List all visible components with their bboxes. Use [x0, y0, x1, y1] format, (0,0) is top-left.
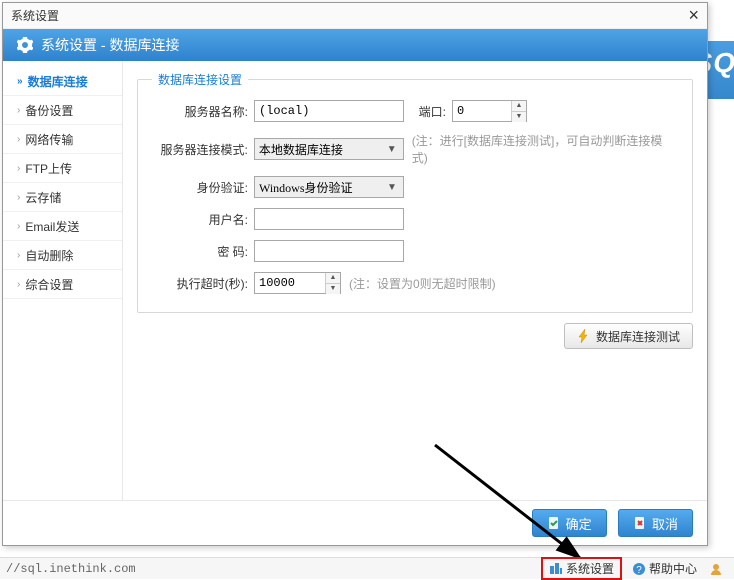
timeout-input[interactable] — [255, 273, 325, 293]
dialog-header-title: 系统设置 - 数据库连接 — [41, 35, 179, 55]
pass-input[interactable] — [254, 240, 404, 262]
status-url: //sql.inethink.com — [6, 562, 136, 576]
user-input[interactable] — [254, 208, 404, 230]
port-stepper[interactable]: ▲▼ — [452, 100, 527, 122]
svg-text:?: ? — [636, 565, 642, 576]
port-input[interactable] — [453, 101, 511, 121]
server-label: 服务器名称: — [152, 103, 254, 120]
sidebar-item-network[interactable]: 网络传输 — [3, 125, 122, 154]
chevron-icon — [17, 250, 20, 261]
group-legend: 数据库连接设置 — [152, 71, 248, 88]
sidebar-item-ftp[interactable]: FTP上传 — [3, 154, 122, 183]
auth-select[interactable]: Windows身份验证 ▼ — [254, 176, 404, 198]
settings-icon — [549, 562, 563, 576]
port-label: 端口: — [404, 103, 452, 120]
statusbar-help[interactable]: ? 帮助中心 — [626, 559, 703, 578]
chevron-icon — [17, 221, 20, 232]
dialog-title: 系统设置 — [11, 7, 688, 24]
sidebar-item-general[interactable]: 综合设置 — [3, 270, 122, 299]
chevron-icon — [17, 134, 20, 145]
mode-note: (注：进行[数据库连接测试]，可自动判断连接模式) — [412, 132, 678, 166]
settings-main: 数据库连接设置 服务器名称: 端口: ▲▼ 服务器连接模式: 本地数据库连接 ▼ — [123, 61, 707, 500]
gear-icon — [17, 37, 33, 53]
check-doc-icon — [547, 516, 561, 530]
timeout-label: 执行超时(秒): — [152, 275, 254, 292]
spin-down-icon[interactable]: ▼ — [326, 284, 340, 294]
status-bar: //sql.inethink.com 系统设置 ? 帮助中心 — [0, 557, 734, 579]
sidebar-item-label: 网络传输 — [25, 131, 73, 148]
cancel-label: 取消 — [652, 514, 678, 533]
auth-label: 身份验证: — [152, 179, 254, 196]
statusbar-user[interactable] — [707, 561, 728, 577]
spin-down-icon[interactable]: ▼ — [512, 112, 526, 122]
sidebar-item-backup[interactable]: 备份设置 — [3, 96, 122, 125]
ok-label: 确定 — [566, 514, 592, 533]
statusbar-system-settings[interactable]: 系统设置 — [541, 557, 622, 580]
chevron-icon — [17, 192, 20, 203]
sidebar-item-autodelete[interactable]: 自动删除 — [3, 241, 122, 270]
chevron-down-icon: ▼ — [385, 182, 399, 193]
mode-value: 本地数据库连接 — [259, 141, 385, 158]
sidebar-item-db-connection[interactable]: 数据库连接 — [3, 67, 122, 96]
auth-value: Windows身份验证 — [259, 179, 385, 196]
mode-select[interactable]: 本地数据库连接 ▼ — [254, 138, 404, 160]
statusbar-system-settings-label: 系统设置 — [566, 560, 614, 577]
sidebar-item-label: 备份设置 — [25, 102, 73, 119]
spin-up-icon[interactable]: ▲ — [512, 101, 526, 112]
sidebar-item-label: Email发送 — [25, 218, 79, 235]
spin-up-icon[interactable]: ▲ — [326, 273, 340, 284]
chevron-icon — [17, 163, 20, 174]
test-connection-label: 数据库连接测试 — [596, 328, 680, 345]
timeout-note: (注：设置为0则无超时限制) — [349, 275, 496, 292]
sidebar-item-label: 云存储 — [25, 189, 61, 206]
server-input[interactable] — [254, 100, 404, 122]
cancel-button[interactable]: 取消 — [618, 509, 693, 537]
dialog-footer: 确定 取消 — [3, 500, 707, 545]
cancel-doc-icon — [633, 516, 647, 530]
settings-sidebar: 数据库连接 备份设置 网络传输 FTP上传 云存储 Email发送 自动删除 综… — [3, 61, 123, 500]
user-label: 用户名: — [152, 211, 254, 228]
statusbar-help-label: 帮助中心 — [649, 560, 697, 577]
sidebar-item-email[interactable]: Email发送 — [3, 212, 122, 241]
close-icon[interactable]: × — [688, 5, 699, 26]
test-connection-button[interactable]: 数据库连接测试 — [564, 323, 693, 349]
sidebar-item-cloud[interactable]: 云存储 — [3, 183, 122, 212]
chevron-down-icon: ▼ — [385, 144, 399, 155]
ok-button[interactable]: 确定 — [532, 509, 607, 537]
mode-label: 服务器连接模式: — [152, 141, 254, 158]
settings-dialog: 系统设置 × 系统设置 - 数据库连接 数据库连接 备份设置 网络传输 FTP上… — [2, 2, 708, 546]
pass-label: 密 码: — [152, 243, 254, 260]
lightning-icon — [577, 329, 591, 343]
dialog-titlebar: 系统设置 × — [3, 3, 707, 29]
sidebar-item-label: 综合设置 — [25, 276, 73, 293]
chevron-icon — [17, 76, 23, 87]
sidebar-item-label: FTP上传 — [25, 160, 72, 177]
chevron-icon — [17, 105, 20, 116]
sidebar-item-label: 自动删除 — [25, 247, 73, 264]
sidebar-item-label: 数据库连接 — [28, 73, 88, 90]
user-icon — [709, 562, 723, 576]
help-icon: ? — [632, 562, 646, 576]
chevron-icon — [17, 279, 20, 290]
db-connection-group: 数据库连接设置 服务器名称: 端口: ▲▼ 服务器连接模式: 本地数据库连接 ▼ — [137, 71, 693, 313]
dialog-header: 系统设置 - 数据库连接 — [3, 29, 707, 61]
timeout-stepper[interactable]: ▲▼ — [254, 272, 341, 294]
